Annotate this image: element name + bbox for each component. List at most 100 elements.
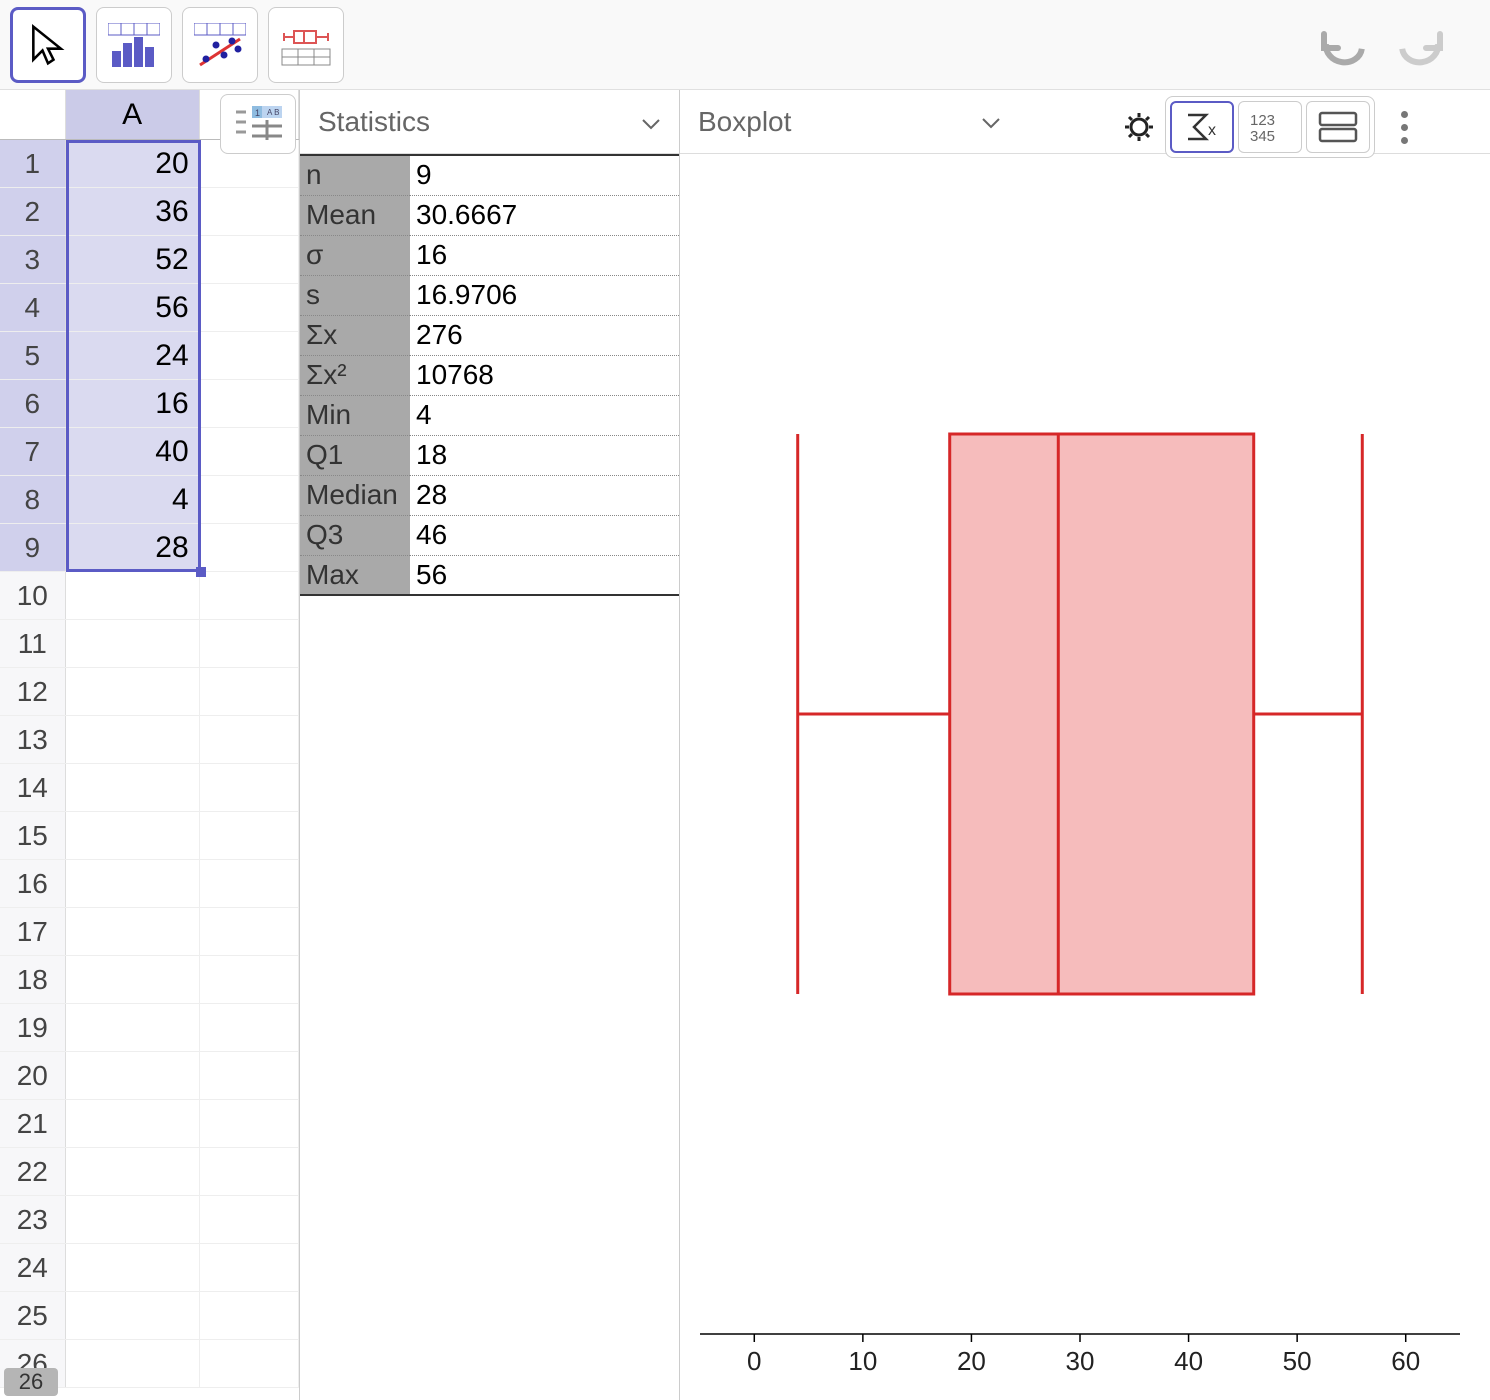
- row-header[interactable]: 15: [0, 812, 66, 859]
- row-header[interactable]: 4: [0, 284, 66, 331]
- row-header[interactable]: 2: [0, 188, 66, 235]
- cell[interactable]: [66, 908, 200, 955]
- gear-icon[interactable]: [1125, 107, 1153, 147]
- cell-empty[interactable]: [200, 332, 299, 379]
- row-header[interactable]: 3: [0, 236, 66, 283]
- row-header[interactable]: 13: [0, 716, 66, 763]
- pointer-tool[interactable]: [10, 7, 86, 83]
- cell[interactable]: 16: [66, 380, 200, 427]
- ss-corner[interactable]: [0, 90, 66, 139]
- row-header[interactable]: 21: [0, 1100, 66, 1147]
- cell[interactable]: 20: [66, 140, 200, 187]
- sigma-tool[interactable]: x: [1170, 101, 1234, 153]
- cell-empty[interactable]: [200, 1148, 299, 1195]
- selection-handle[interactable]: [196, 567, 206, 577]
- chart-type-selector[interactable]: Boxplot: [698, 106, 791, 138]
- cell[interactable]: [66, 572, 200, 619]
- cell-empty[interactable]: [200, 1196, 299, 1243]
- cell-empty[interactable]: [200, 668, 299, 715]
- row-header[interactable]: 11: [0, 620, 66, 667]
- stats-row: Median28: [300, 475, 679, 515]
- scatter-tool[interactable]: [182, 7, 258, 83]
- cell-empty[interactable]: [200, 908, 299, 955]
- row-header[interactable]: 17: [0, 908, 66, 955]
- redo-icon[interactable]: [1394, 22, 1452, 68]
- cell[interactable]: [66, 1052, 200, 1099]
- cell-empty[interactable]: [200, 188, 299, 235]
- cell[interactable]: [66, 716, 200, 763]
- main-toolbar: [0, 0, 1490, 90]
- cell-empty[interactable]: [200, 1052, 299, 1099]
- cell[interactable]: [66, 1148, 200, 1195]
- cell-empty[interactable]: [200, 284, 299, 331]
- cell[interactable]: [66, 668, 200, 715]
- cell[interactable]: [66, 764, 200, 811]
- row-header[interactable]: 18: [0, 956, 66, 1003]
- list-view-button[interactable]: 1 A B: [220, 94, 296, 154]
- cell-empty[interactable]: [200, 620, 299, 667]
- row-header[interactable]: 24: [0, 1244, 66, 1291]
- cell[interactable]: [66, 956, 200, 1003]
- data-table-tool[interactable]: 123 345: [1238, 101, 1302, 153]
- cell[interactable]: 24: [66, 332, 200, 379]
- more-options-button[interactable]: [1387, 111, 1422, 144]
- cell-empty[interactable]: [200, 812, 299, 859]
- cell[interactable]: 28: [66, 524, 200, 571]
- cell[interactable]: [66, 1100, 200, 1147]
- stats-panel-header[interactable]: Statistics: [300, 90, 679, 154]
- chart-area[interactable]: 0102030405060: [680, 154, 1490, 1400]
- cell-empty[interactable]: [200, 1100, 299, 1147]
- row-header[interactable]: 5: [0, 332, 66, 379]
- row-header[interactable]: 23: [0, 1196, 66, 1243]
- split-view-tool[interactable]: [1306, 101, 1370, 153]
- cell-empty[interactable]: [200, 764, 299, 811]
- cell[interactable]: 40: [66, 428, 200, 475]
- collapse-panel-icon[interactable]: [1434, 112, 1474, 142]
- ss-row: 16: [0, 860, 299, 908]
- row-header[interactable]: 9: [0, 524, 66, 571]
- cell-empty[interactable]: [200, 236, 299, 283]
- cell[interactable]: [66, 1004, 200, 1051]
- cell[interactable]: [66, 1292, 200, 1339]
- cell[interactable]: [66, 620, 200, 667]
- cell-empty[interactable]: [200, 1244, 299, 1291]
- cell[interactable]: 36: [66, 188, 200, 235]
- cell[interactable]: [66, 860, 200, 907]
- cell-empty[interactable]: [200, 1340, 299, 1387]
- undo-icon[interactable]: [1312, 22, 1370, 68]
- cell-empty[interactable]: [200, 860, 299, 907]
- row-header[interactable]: 1: [0, 140, 66, 187]
- row-header[interactable]: 10: [0, 572, 66, 619]
- row-header[interactable]: 22: [0, 1148, 66, 1195]
- svg-text:30: 30: [1066, 1346, 1095, 1376]
- cell[interactable]: 56: [66, 284, 200, 331]
- row-header[interactable]: 7: [0, 428, 66, 475]
- row-header[interactable]: 20: [0, 1052, 66, 1099]
- stats-key: n: [300, 155, 410, 195]
- cell-empty[interactable]: [200, 716, 299, 763]
- row-header[interactable]: 6: [0, 380, 66, 427]
- row-header[interactable]: 16: [0, 860, 66, 907]
- cell-empty[interactable]: [200, 476, 299, 523]
- cell-empty[interactable]: [200, 1004, 299, 1051]
- row-header[interactable]: 14: [0, 764, 66, 811]
- cell-empty[interactable]: [200, 524, 299, 571]
- cell[interactable]: [66, 1244, 200, 1291]
- cell-empty[interactable]: [200, 572, 299, 619]
- row-header[interactable]: 12: [0, 668, 66, 715]
- cell[interactable]: 52: [66, 236, 200, 283]
- cell[interactable]: [66, 1196, 200, 1243]
- cell-empty[interactable]: [200, 956, 299, 1003]
- cell[interactable]: [66, 1340, 200, 1387]
- cell-empty[interactable]: [200, 428, 299, 475]
- row-header[interactable]: 25: [0, 1292, 66, 1339]
- cell[interactable]: [66, 812, 200, 859]
- col-header-a[interactable]: A: [66, 90, 200, 139]
- row-header[interactable]: 19: [0, 1004, 66, 1051]
- cell[interactable]: 4: [66, 476, 200, 523]
- bar-chart-tool[interactable]: [96, 7, 172, 83]
- cell-empty[interactable]: [200, 380, 299, 427]
- boxplot-tool[interactable]: [268, 7, 344, 83]
- row-header[interactable]: 8: [0, 476, 66, 523]
- cell-empty[interactable]: [200, 1292, 299, 1339]
